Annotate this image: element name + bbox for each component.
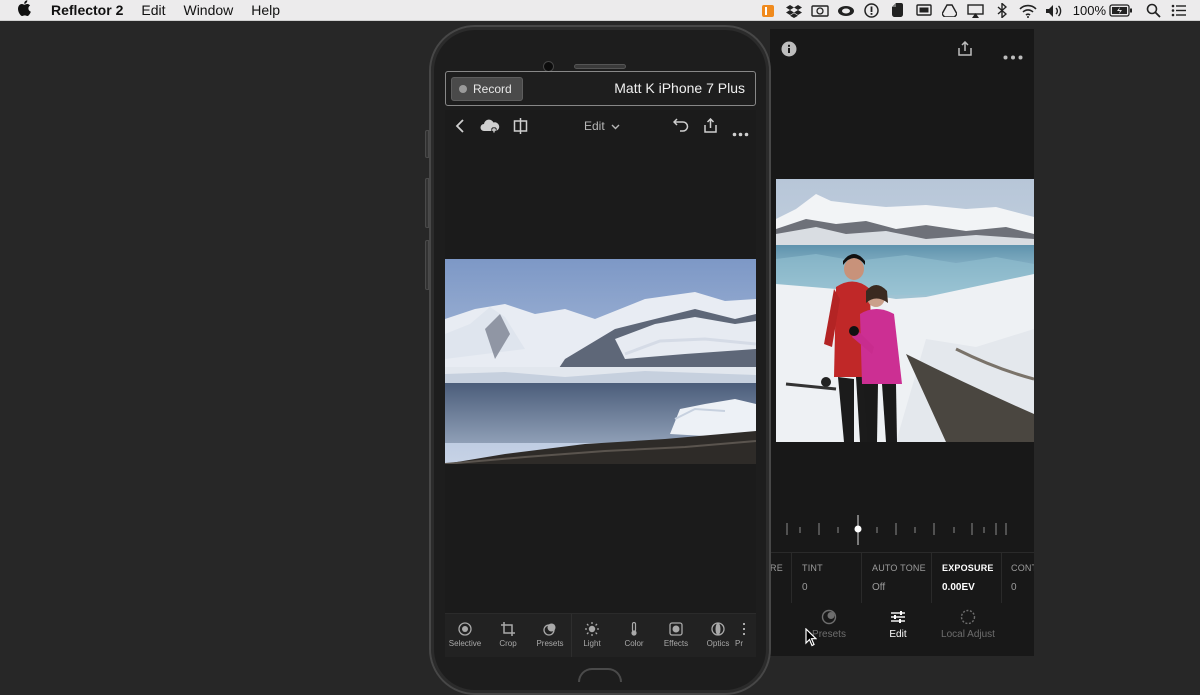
spotlight-search-icon[interactable]	[1140, 0, 1166, 21]
effects-icon	[669, 622, 683, 636]
tool-effects[interactable]: Effects	[656, 622, 696, 648]
iphone-screen: Edit Selective Crop Presets Light Color …	[445, 110, 756, 657]
undo-icon[interactable]	[672, 118, 689, 137]
volume-down-button	[425, 240, 429, 290]
presets-icon	[821, 609, 837, 625]
volume-up-button	[425, 178, 429, 228]
param-contrast[interactable]: CONT 0	[1002, 553, 1034, 603]
param-temp[interactable]: RE	[770, 553, 792, 603]
reflector-record-bar: Record Matt K iPhone 7 Plus	[445, 71, 756, 106]
tool-label: Color	[624, 639, 644, 648]
color-thermometer-icon	[631, 622, 637, 636]
display-icon[interactable]	[911, 0, 937, 21]
chevron-down-icon	[611, 124, 620, 130]
tool-label: Pr	[735, 639, 743, 648]
device-name: Matt K iPhone 7 Plus	[614, 80, 745, 96]
menu-app-name[interactable]: Reflector 2	[48, 0, 132, 21]
share-icon[interactable]	[703, 117, 718, 139]
drive-icon[interactable]	[937, 0, 963, 21]
param-label: RE	[770, 563, 783, 573]
battery-icon[interactable]	[1108, 0, 1134, 21]
home-button	[578, 668, 622, 682]
tool-label: Crop	[499, 639, 517, 648]
battery-percent: 100%	[1072, 3, 1106, 18]
cloud-app-icon[interactable]	[833, 0, 859, 21]
tab-local-adjust[interactable]: Local Adjust	[936, 609, 1000, 640]
tool-crop[interactable]: Crop	[488, 622, 528, 648]
tool-light[interactable]: Light	[572, 622, 612, 648]
sliders-icon	[891, 611, 905, 623]
param-label: EXPOSURE	[942, 563, 994, 573]
ipad-mirror-window: RE TINT 0 AUTO TONE Off EXPOSURE 0.00EV …	[770, 29, 1034, 656]
menu-window[interactable]: Window	[174, 0, 242, 21]
param-auto-tone[interactable]: AUTO TONE Off	[862, 553, 932, 603]
cloud-sync-icon[interactable]	[480, 118, 500, 139]
edit-mode-dropdown[interactable]: Edit	[584, 119, 620, 133]
tool-label: Selective	[448, 639, 482, 648]
mute-switch	[425, 130, 429, 158]
param-exposure[interactable]: EXPOSURE 0.00EV	[932, 553, 1002, 603]
volume-icon[interactable]	[1041, 0, 1067, 21]
books-icon[interactable]	[755, 0, 781, 21]
menu-help[interactable]: Help	[242, 0, 289, 21]
tab-label: Local Adjust	[941, 629, 995, 640]
glacier-lagoon-photo	[445, 259, 756, 464]
tab-edit[interactable]: Edit	[878, 609, 918, 640]
camera-icon[interactable]	[807, 0, 833, 21]
tab-label: Edit	[889, 629, 907, 640]
back-chevron-icon[interactable]	[455, 118, 465, 139]
info-icon[interactable]	[781, 41, 797, 62]
tool-color[interactable]: Color	[614, 622, 654, 648]
adjustment-params-row: RE TINT 0 AUTO TONE Off EXPOSURE 0.00EV …	[770, 552, 1034, 603]
param-value: 0	[1011, 582, 1017, 593]
light-icon	[585, 622, 599, 636]
selective-icon	[458, 622, 472, 636]
local-adjust-icon	[960, 609, 976, 625]
record-button[interactable]: Record	[451, 77, 523, 101]
couple-glacier-photo	[776, 179, 1034, 442]
tool-optics[interactable]: Optics	[698, 622, 738, 648]
lightroom-top-bar: Edit	[445, 110, 756, 143]
param-value: 0.00EV	[942, 582, 975, 593]
mouse-cursor-icon	[805, 627, 818, 652]
tab-label: Presets	[812, 629, 846, 640]
share-icon[interactable]	[957, 40, 973, 62]
info-circle-icon[interactable]	[859, 0, 885, 21]
tool-label: Optics	[706, 639, 730, 648]
lightroom-tool-strip: Selective Crop Presets Light Color Effec…	[445, 613, 756, 657]
menu-edit[interactable]: Edit	[132, 0, 174, 21]
bluetooth-icon[interactable]	[989, 0, 1015, 21]
tool-label: Light	[583, 639, 601, 648]
dropbox-icon[interactable]	[781, 0, 807, 21]
tool-presets[interactable]: Presets	[530, 622, 570, 648]
param-label: AUTO TONE	[872, 563, 926, 573]
notification-center-icon[interactable]	[1166, 0, 1192, 21]
crop-icon	[501, 622, 515, 636]
apple-menu-icon[interactable]	[0, 0, 48, 20]
tool-profile[interactable]: Pr	[735, 622, 756, 648]
more-options-icon[interactable]	[1003, 47, 1023, 65]
optics-icon	[711, 622, 725, 636]
param-value: 0	[802, 582, 808, 593]
record-dot-icon	[459, 85, 467, 93]
menu-bar: Reflector 2 Edit Window Help 100%	[0, 0, 1200, 21]
wifi-icon[interactable]	[1015, 0, 1041, 21]
earpiece-speaker	[574, 64, 626, 69]
tool-label: Presets	[536, 639, 564, 648]
param-value: Off	[872, 582, 886, 593]
param-label: CONT	[1011, 563, 1034, 573]
airplay-icon[interactable]	[963, 0, 989, 21]
evernote-icon[interactable]	[885, 0, 911, 21]
tool-selective[interactable]: Selective	[445, 622, 485, 648]
edit-mode-label: Edit	[584, 119, 605, 133]
more-options-icon[interactable]	[732, 124, 749, 142]
presets-icon	[543, 623, 556, 636]
param-tint[interactable]: TINT 0	[792, 553, 862, 603]
compare-icon[interactable]	[513, 118, 528, 139]
exposure-slider-scale[interactable]	[784, 515, 1014, 545]
tool-label: Effects	[663, 639, 689, 648]
profile-icon	[743, 623, 745, 635]
record-button-label: Record	[473, 82, 512, 96]
param-label: TINT	[802, 563, 823, 573]
